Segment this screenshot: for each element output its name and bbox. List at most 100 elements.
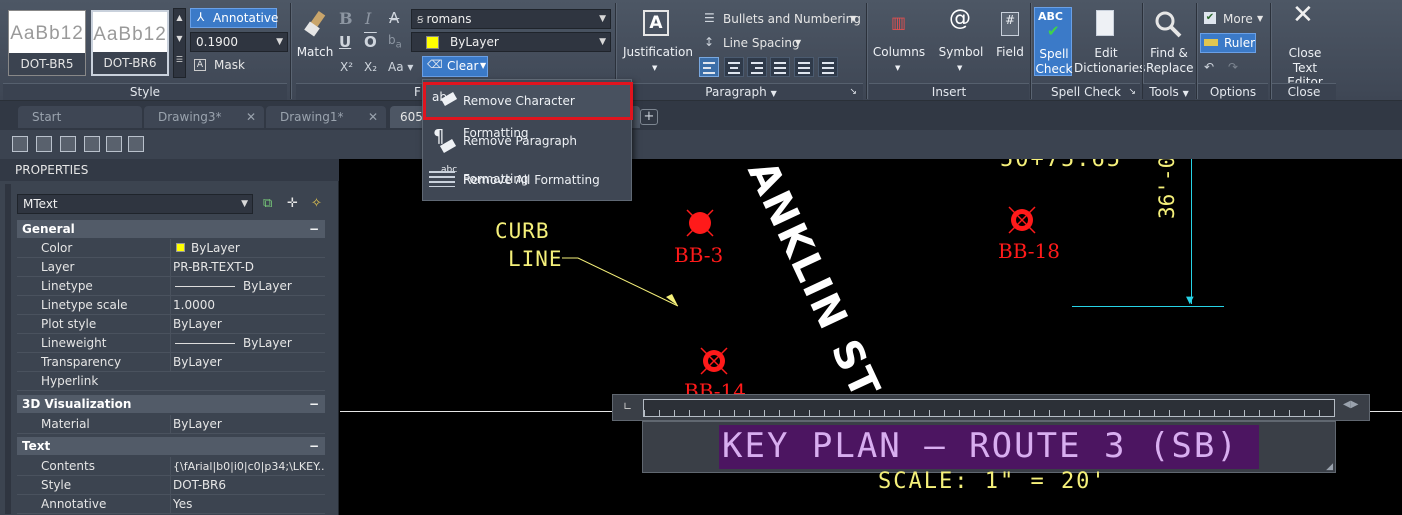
columns-button[interactable]: ▥ Columns ▼ <box>872 12 926 73</box>
subscript-icon[interactable]: X₂ <box>364 60 377 74</box>
tab-label: Drawing3* <box>158 110 222 124</box>
align-center-button[interactable] <box>724 57 744 77</box>
align-left-button[interactable] <box>699 57 719 77</box>
ruler-button[interactable]: Ruler <box>1200 33 1256 53</box>
bullets-button[interactable]: ☰ Bullets and Numbering ▼ <box>702 11 862 29</box>
prop-row-color[interactable]: Color ByLayer <box>17 239 325 258</box>
prop-row-contents[interactable]: Contents {\fArial|b0|i0|c0|p34;\LKEY... <box>17 457 325 476</box>
toolbar-tool-4-icon[interactable] <box>84 136 100 152</box>
text-editor-box[interactable]: KEY PLAN – ROUTE 3 (SB) ◢ <box>642 421 1336 473</box>
prop-row-annotative[interactable]: Annotative Yes <box>17 495 325 514</box>
justification-button[interactable]: A Justification ▼ <box>623 10 693 72</box>
chevron-down-icon: ▼ <box>770 89 777 98</box>
font-type-icon: Ꞩ <box>417 15 427 26</box>
scale-note: SCALE: 1" = 20' <box>878 469 1107 494</box>
line-spacing-button[interactable]: ↕ Line Spacing ▼ <box>702 35 812 53</box>
prop-row-plot-style[interactable]: Plot style ByLayer <box>17 315 325 334</box>
scroll-down-icon[interactable]: ▼ <box>174 34 185 43</box>
prop-row-linetype-scale[interactable]: Linetype scale 1.0000 <box>17 296 325 315</box>
select-objects-icon[interactable]: ✛ <box>287 196 298 211</box>
magnifier-icon <box>1155 11 1182 38</box>
color-combo[interactable]: ByLayer ▼ <box>411 32 611 52</box>
more-button[interactable]: ✔ More ▼ <box>1202 11 1268 29</box>
field-button[interactable]: # Field <box>992 12 1028 62</box>
superscript-icon[interactable]: X² <box>340 60 353 74</box>
spell-check-button[interactable]: ABC ✔ Spell Check <box>1034 7 1072 76</box>
menu-item-remove-all-formatting[interactable]: abc Remove All Formatting <box>423 161 633 199</box>
style-tile-dot-br6[interactable]: AaBb12 DOT-BR6 <box>91 10 169 76</box>
prop-row-material[interactable]: Material ByLayer <box>17 415 325 434</box>
undo-icon[interactable]: ↶ <box>1204 60 1214 74</box>
underline-icon[interactable]: U <box>339 33 351 51</box>
symbol-button[interactable]: @ Symbol ▼ <box>936 8 986 73</box>
expand-icon[interactable]: ☰ <box>174 55 185 64</box>
toolbar-tool-6-icon[interactable] <box>128 136 144 152</box>
paragraph-spacing-button[interactable] <box>818 57 838 77</box>
close-icon[interactable]: ✕ <box>246 106 256 128</box>
dialog-launcher-icon[interactable]: ↘ <box>1128 84 1136 101</box>
mask-button[interactable]: A Mask <box>192 57 282 75</box>
overline-icon[interactable]: O <box>364 33 377 51</box>
quick-select-icon[interactable]: ✧ <box>311 196 322 211</box>
bold-icon[interactable]: B <box>339 9 353 28</box>
oblique-icon[interactable]: ba <box>388 33 402 50</box>
section-general[interactable]: General − <box>17 220 325 238</box>
justify-button[interactable] <box>770 57 790 77</box>
style-tile-dot-br5[interactable]: AaBb12 DOT-BR5 <box>8 10 86 76</box>
ruler-resize-icon[interactable]: ◀▶ <box>1343 399 1358 410</box>
close-panel-title: Close <box>1272 83 1336 100</box>
dialog-launcher-icon[interactable]: ↘ <box>849 84 857 101</box>
prop-row-lineweight[interactable]: Lineweight ByLayer <box>17 334 325 353</box>
change-case-icon[interactable]: Aa ▾ <box>388 60 413 74</box>
scroll-up-icon[interactable]: ▲ <box>174 13 185 22</box>
text-editor-ruler[interactable]: ∟ ◀▶ <box>612 394 1370 421</box>
new-tab-button[interactable]: + <box>640 109 658 125</box>
palette-grip[interactable] <box>5 184 11 514</box>
style-scroll[interactable]: ▲ ▼ ☰ <box>173 8 186 78</box>
section-3d-visualization[interactable]: 3D Visualization − <box>17 395 325 413</box>
paragraph-panel-title: Paragraph ▼ ↘ <box>619 83 863 100</box>
toolbar-tool-1-icon[interactable] <box>12 136 28 152</box>
boring-bb18-label: BB-18 <box>998 239 1060 263</box>
close-text-editor-button[interactable]: ✕ Close Text Editor <box>1274 2 1336 89</box>
tab-stop-icon[interactable]: ∟ <box>623 400 632 413</box>
resize-grip-icon[interactable]: ◢ <box>1326 462 1333 472</box>
toggle-pickadd-icon[interactable]: ⧉ <box>263 196 272 211</box>
toolbar-tool-5-icon[interactable] <box>106 136 122 152</box>
align-right-button[interactable] <box>747 57 767 77</box>
distribute-button[interactable] <box>794 57 814 77</box>
toolbar-tool-3-icon[interactable] <box>60 136 76 152</box>
find-replace-button[interactable]: Find & Replace <box>1146 10 1193 76</box>
mtext-content[interactable]: KEY PLAN – ROUTE 3 (SB) <box>719 425 1259 469</box>
edit-dictionaries-button[interactable]: Edit Dictionaries <box>1074 10 1145 76</box>
close-icon[interactable]: ✕ <box>368 106 378 128</box>
tab-label: 605 <box>400 110 423 124</box>
annotative-button[interactable]: ⅄ Annotative <box>190 8 279 28</box>
font-combo[interactable]: Ꞩ romans ▼ <box>411 9 611 29</box>
italic-icon[interactable]: I <box>365 9 371 28</box>
insert-panel-title: Insert <box>869 83 1029 100</box>
tab-drawing3[interactable]: Drawing3* ✕ <box>144 106 264 128</box>
text-height-combo[interactable]: 0.1900 ▼ <box>190 32 288 52</box>
drawing-canvas[interactable]: 50+75.65 36'-0" ▼ CURB LINE ANKLIN ST BB… <box>340 159 1402 515</box>
match-button[interactable]: Match <box>296 8 334 62</box>
toolbar-tool-2-icon[interactable] <box>36 136 52 152</box>
tab-start[interactable]: Start <box>18 106 142 128</box>
tab-drawing1[interactable]: Drawing1* ✕ <box>266 106 386 128</box>
clear-button[interactable]: ⌫ Clear ▼ <box>422 56 488 77</box>
ruler-scale[interactable] <box>643 399 1335 417</box>
strikethrough-icon[interactable]: A <box>389 9 399 27</box>
prop-row-style[interactable]: Style DOT-BR6 <box>17 476 325 495</box>
object-type-select[interactable]: MText ▼ <box>17 194 253 214</box>
section-text[interactable]: Text − <box>17 437 325 455</box>
prop-row-linetype[interactable]: Linetype ByLayer <box>17 277 325 296</box>
style-sample: AaBb12 <box>93 24 167 45</box>
prop-row-layer[interactable]: Layer PR-BR-TEXT-D <box>17 258 325 277</box>
tools-title: Tools <box>1149 85 1179 99</box>
annotative-label: Annotative <box>213 11 279 25</box>
prop-row-transparency[interactable]: Transparency ByLayer <box>17 353 325 372</box>
menu-item-label: Remove All Formatting <box>463 173 600 187</box>
prop-row-hyperlink[interactable]: Hyperlink <box>17 372 325 391</box>
menu-item-remove-character-formatting[interactable]: abc Remove Character Formatting <box>423 82 633 140</box>
redo-icon[interactable]: ↷ <box>1228 60 1238 74</box>
